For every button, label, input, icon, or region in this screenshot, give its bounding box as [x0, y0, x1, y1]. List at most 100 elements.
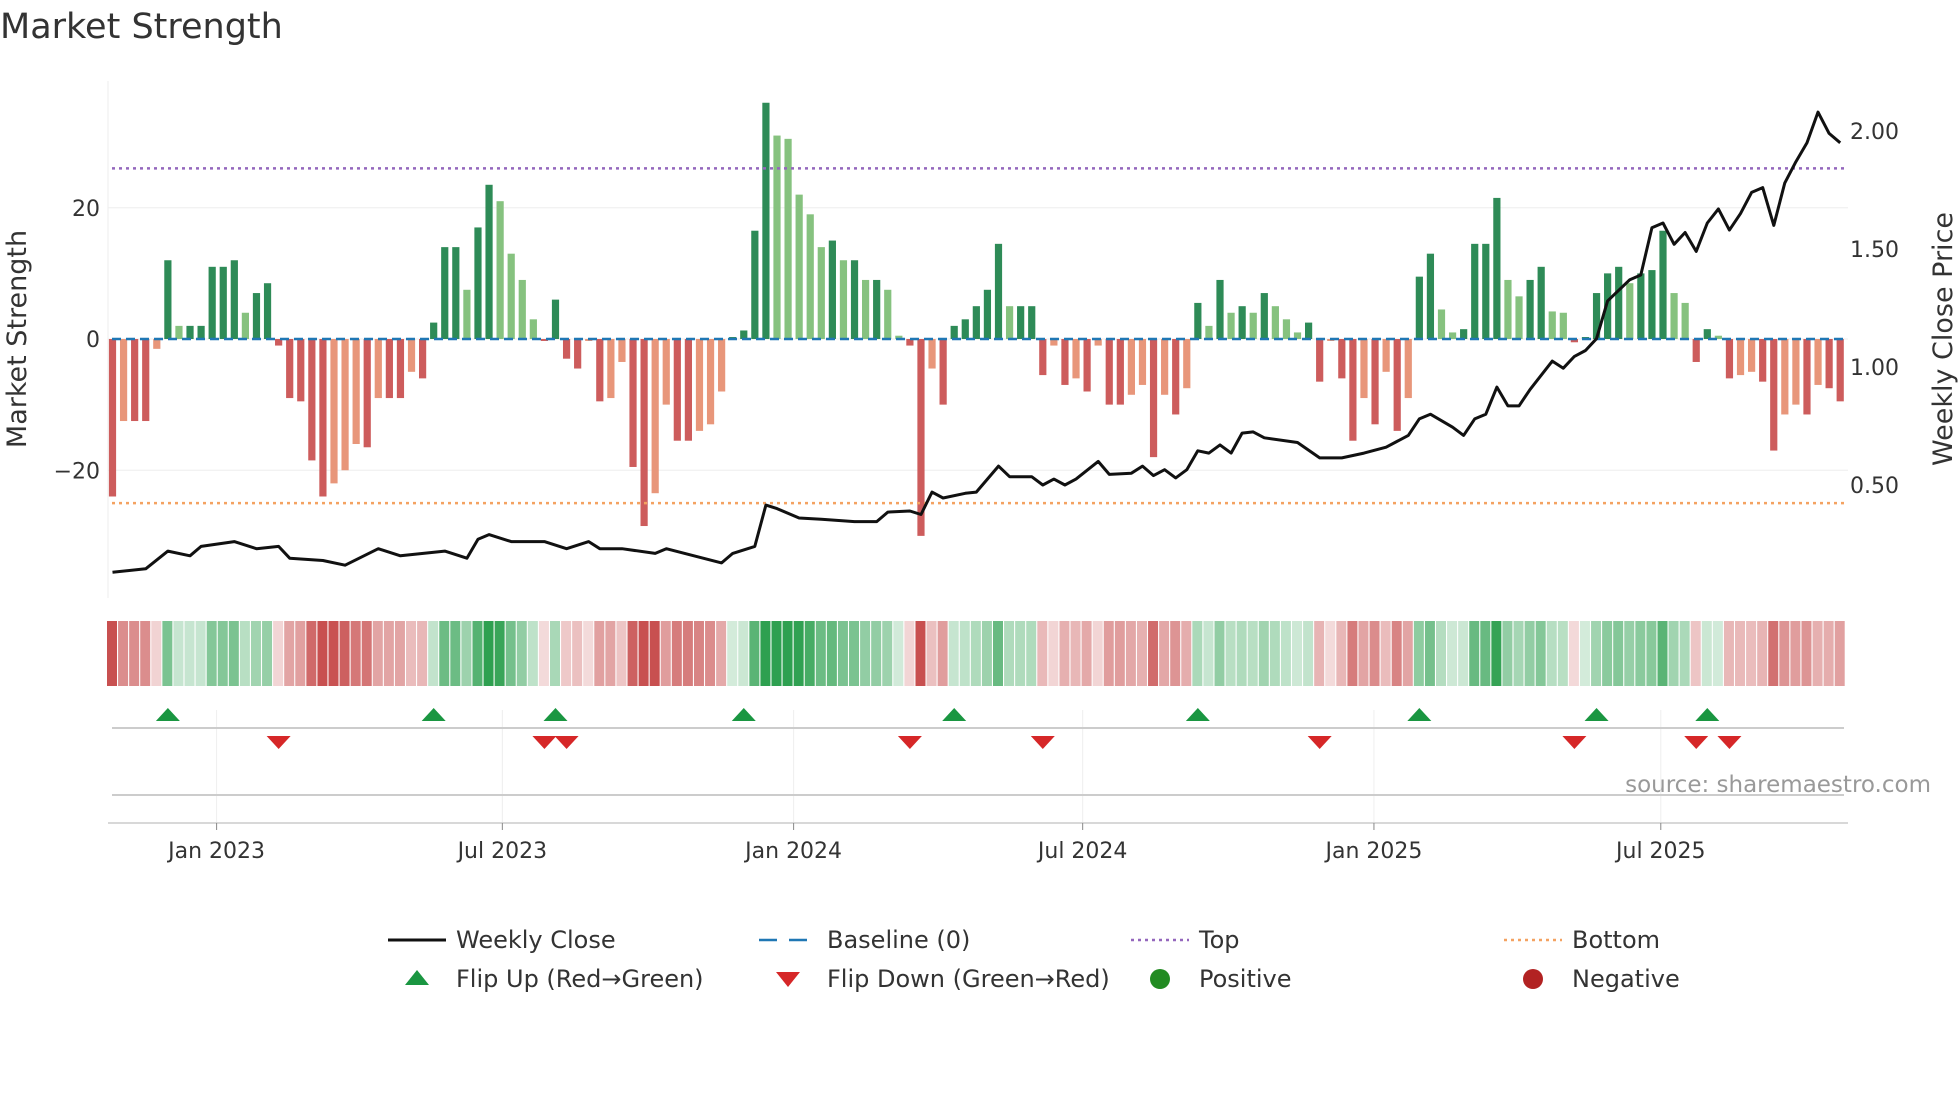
- heat-cell: [1192, 621, 1203, 686]
- strength-bar: [1083, 339, 1091, 392]
- strength-bar: [1360, 339, 1368, 399]
- strength-bar: [241, 312, 249, 339]
- heat-cell: [1358, 621, 1369, 686]
- strength-bar: [319, 339, 327, 497]
- legend-swatch: [1523, 969, 1543, 989]
- heat-cell: [660, 621, 671, 686]
- legend-label: Baseline (0): [827, 926, 970, 954]
- heat-cell: [915, 621, 926, 686]
- heat-cell: [1236, 621, 1247, 686]
- heat-cell: [882, 621, 893, 686]
- strength-bar: [1249, 312, 1257, 339]
- strength-bar: [396, 339, 405, 399]
- strength-bar: [1238, 306, 1246, 339]
- heat-cell: [1491, 621, 1502, 686]
- heat-cell: [804, 621, 815, 686]
- heat-cell: [516, 621, 527, 686]
- y-tick-label: −20: [54, 459, 100, 484]
- heat-cell: [616, 621, 627, 686]
- x-tick-label: Jul 2025: [1614, 839, 1706, 864]
- strength-bar: [1382, 339, 1390, 372]
- heat-cell: [1513, 621, 1524, 686]
- heat-cell: [494, 621, 505, 686]
- heat-cell: [239, 621, 250, 686]
- heat-cell: [1048, 621, 1059, 686]
- heat-cell: [1701, 621, 1712, 686]
- heat-cell: [184, 621, 195, 686]
- heat-cell: [1225, 621, 1236, 686]
- heat-cell: [284, 621, 295, 686]
- strength-bar: [208, 266, 216, 339]
- y2-tick-label: 1.50: [1850, 238, 1899, 263]
- heat-cell: [538, 621, 549, 686]
- heat-cell: [450, 621, 461, 686]
- strength-bar: [640, 339, 648, 527]
- strength-bar: [496, 201, 504, 339]
- strength-bar: [1017, 306, 1025, 339]
- heat-cell: [1103, 621, 1114, 686]
- heat-cell: [228, 621, 239, 686]
- strength-bar: [961, 319, 969, 339]
- strength-bar: [806, 214, 814, 339]
- strength-bar: [308, 339, 316, 461]
- heat-cell: [1136, 621, 1147, 686]
- strength-bar: [1183, 339, 1191, 389]
- heat-cell: [527, 621, 538, 686]
- heat-cell: [461, 621, 472, 686]
- strength-bar: [1227, 312, 1235, 339]
- flip-up-marker: [942, 708, 967, 721]
- heat-cell: [1469, 621, 1480, 686]
- heat-cell: [1657, 621, 1668, 686]
- heat-cell: [1723, 621, 1734, 686]
- heat-cell: [1325, 621, 1336, 686]
- legend-item-weekly-close: Weekly Close: [388, 926, 616, 954]
- legend-label: Positive: [1199, 965, 1292, 993]
- heat-cell: [1059, 621, 1070, 686]
- y2-tick-label: 1.00: [1850, 356, 1899, 381]
- strength-bar: [695, 339, 704, 431]
- heat-cell: [1314, 621, 1325, 686]
- strength-bar: [684, 339, 692, 441]
- strength-bar: [1415, 276, 1423, 339]
- heat-cell: [173, 621, 184, 686]
- heat-cell: [317, 621, 328, 686]
- strength-bar: [430, 322, 438, 339]
- heat-cell: [561, 621, 572, 686]
- heat-cell: [1746, 621, 1757, 686]
- heat-cell: [394, 621, 405, 686]
- strength-bar: [1736, 339, 1745, 376]
- strength-bar: [551, 299, 560, 339]
- heat-cell: [1668, 621, 1679, 686]
- strength-bar: [452, 247, 460, 339]
- heat-cell: [1303, 621, 1314, 686]
- heat-cell: [1635, 621, 1646, 686]
- strength-bar: [1349, 339, 1357, 441]
- strength-bar: [1537, 266, 1545, 339]
- heat-cell: [849, 621, 860, 686]
- heat-cell: [505, 621, 516, 686]
- heat-cell: [1181, 621, 1192, 686]
- market-strength-chart: Market Strength Market Strength Weekly C…: [0, 7, 1959, 993]
- heat-cell: [671, 621, 682, 686]
- heat-cell: [1735, 621, 1746, 686]
- strength-bar: [1526, 279, 1534, 339]
- flip-down-marker: [1562, 736, 1587, 749]
- heat-cell: [1546, 621, 1557, 686]
- flip-down-marker: [1030, 736, 1055, 749]
- heat-cell: [1757, 621, 1768, 686]
- heat-cell: [1258, 621, 1269, 686]
- strength-bar: [1127, 339, 1135, 395]
- strength-bar: [119, 339, 128, 422]
- strength-bar: [1504, 279, 1512, 339]
- strength-bar: [795, 194, 803, 339]
- heat-cell: [1148, 621, 1159, 686]
- heat-cell: [439, 621, 450, 686]
- heat-cell: [1568, 621, 1579, 686]
- strength-bar: [142, 339, 150, 422]
- heat-cell: [328, 621, 339, 686]
- strength-bar: [1648, 270, 1656, 339]
- heat-cell: [1369, 621, 1380, 686]
- strength-bar: [762, 102, 770, 339]
- heat-cell: [206, 621, 217, 686]
- heat-cell: [1646, 621, 1657, 686]
